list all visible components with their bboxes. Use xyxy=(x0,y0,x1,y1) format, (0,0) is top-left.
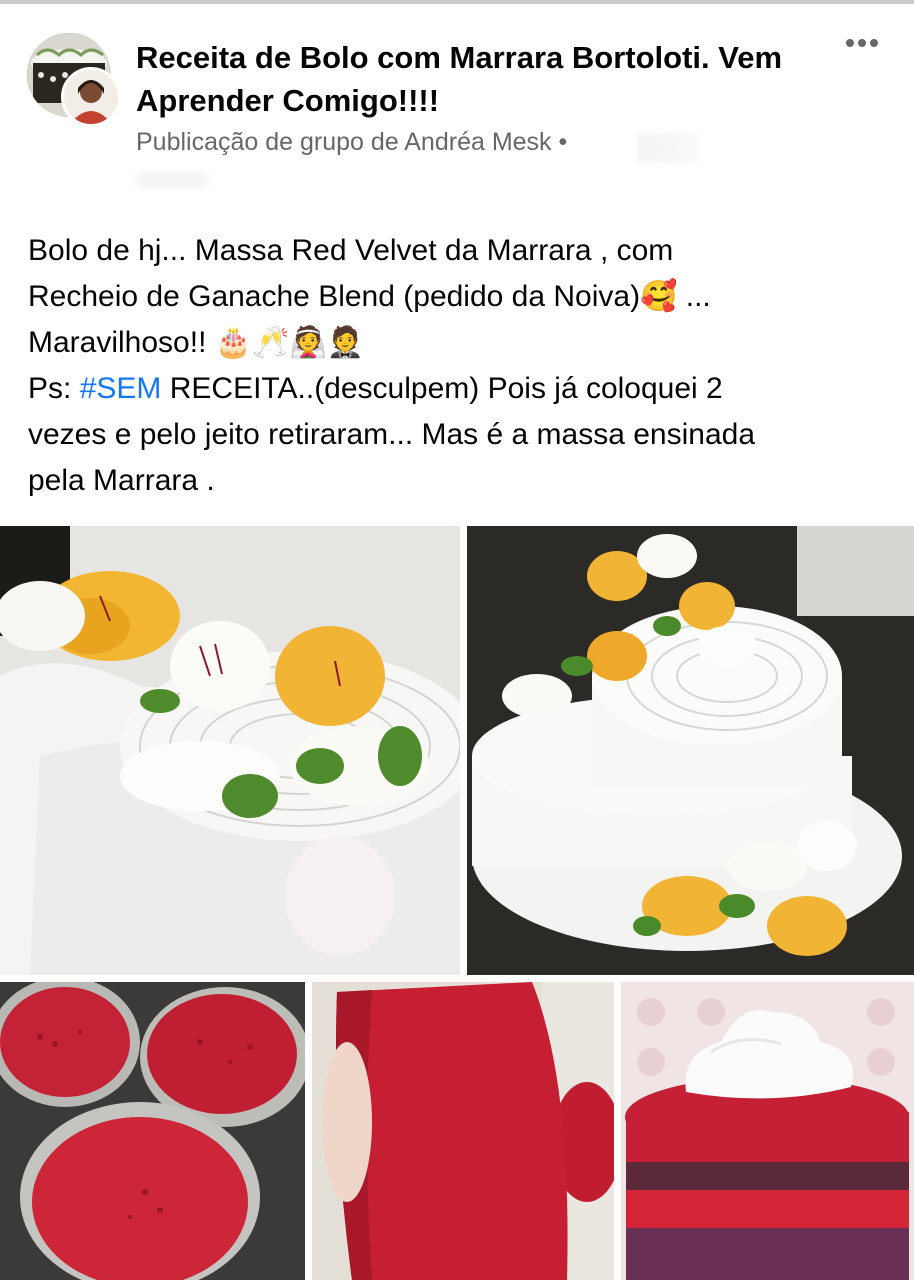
post-line-ps: Ps: #SEM RECEITA..(desculpem) Pois já co… xyxy=(28,366,898,412)
photo-two-tier-cake[interactable] xyxy=(467,526,914,975)
photo-cake-whipped-topping[interactable] xyxy=(621,982,914,1280)
photo-cake-flowers-closeup[interactable] xyxy=(0,526,460,975)
blurred-timestamp xyxy=(638,133,698,163)
post-line: pela Marrara . xyxy=(28,464,215,497)
more-horizontal-icon[interactable] xyxy=(846,34,886,58)
ps-rest: RECEITA..(desculpem) Pois já coloquei 2 xyxy=(161,372,723,405)
group-name-title[interactable]: Receita de Bolo com Marrara Bortoloti. V… xyxy=(136,36,826,122)
post-subtitle[interactable]: Publicação de grupo de Andréa Mesk • xyxy=(136,128,567,157)
post-line: Recheio de Ganache Blend (pedido da Noiv… xyxy=(28,280,711,313)
photo-red-velvet-slice[interactable] xyxy=(312,982,614,1280)
blurred-privacy xyxy=(136,172,206,188)
post-text: Bolo de hj... Massa Red Velvet da Marrar… xyxy=(28,228,898,504)
photo-red-velvet-pans[interactable] xyxy=(0,982,305,1280)
user-avatar[interactable] xyxy=(61,67,121,127)
group-avatar[interactable] xyxy=(27,33,121,127)
top-divider xyxy=(0,0,914,4)
post-line: Bolo de hj... Massa Red Velvet da Marrar… xyxy=(28,234,674,267)
ps-prefix: Ps: xyxy=(28,372,80,405)
post-line: vezes e pelo jeito retiraram... Mas é a … xyxy=(28,418,756,451)
hashtag-link[interactable]: #SEM xyxy=(80,372,162,405)
post-line: Maravilhoso!! 🎂🥂👰🤵 xyxy=(28,326,365,359)
